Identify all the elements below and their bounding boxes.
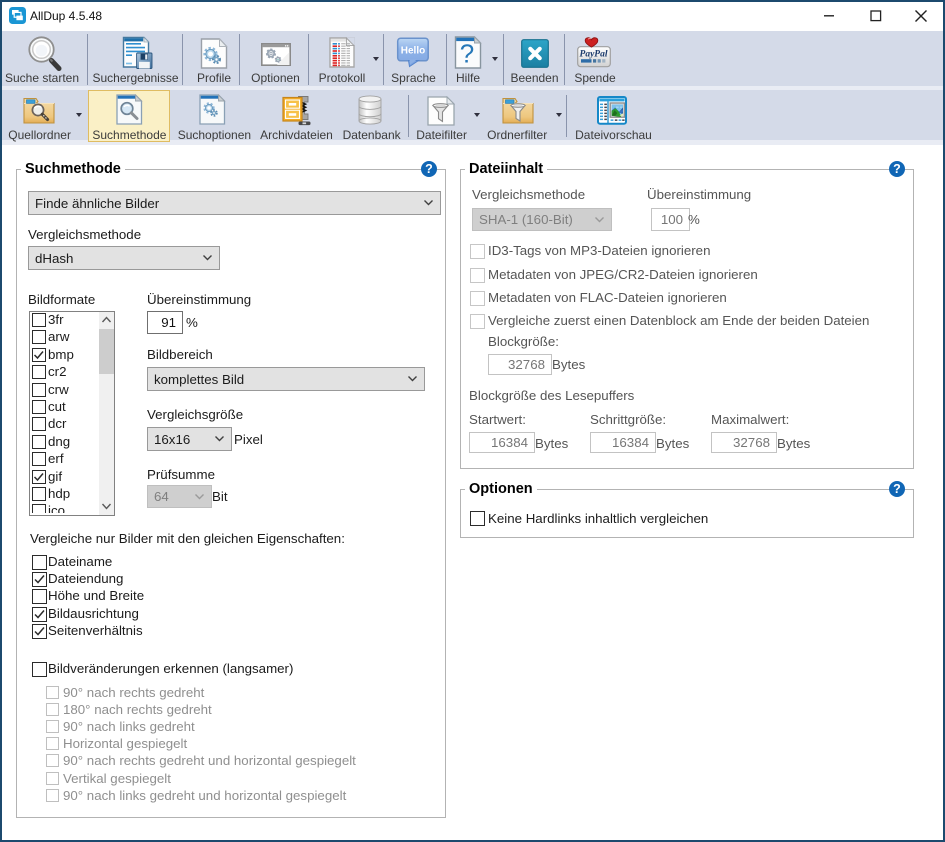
- svg-text:?: ?: [460, 39, 474, 69]
- svg-text:PayPal: PayPal: [580, 50, 608, 60]
- svg-text:Hello: Hello: [401, 45, 425, 56]
